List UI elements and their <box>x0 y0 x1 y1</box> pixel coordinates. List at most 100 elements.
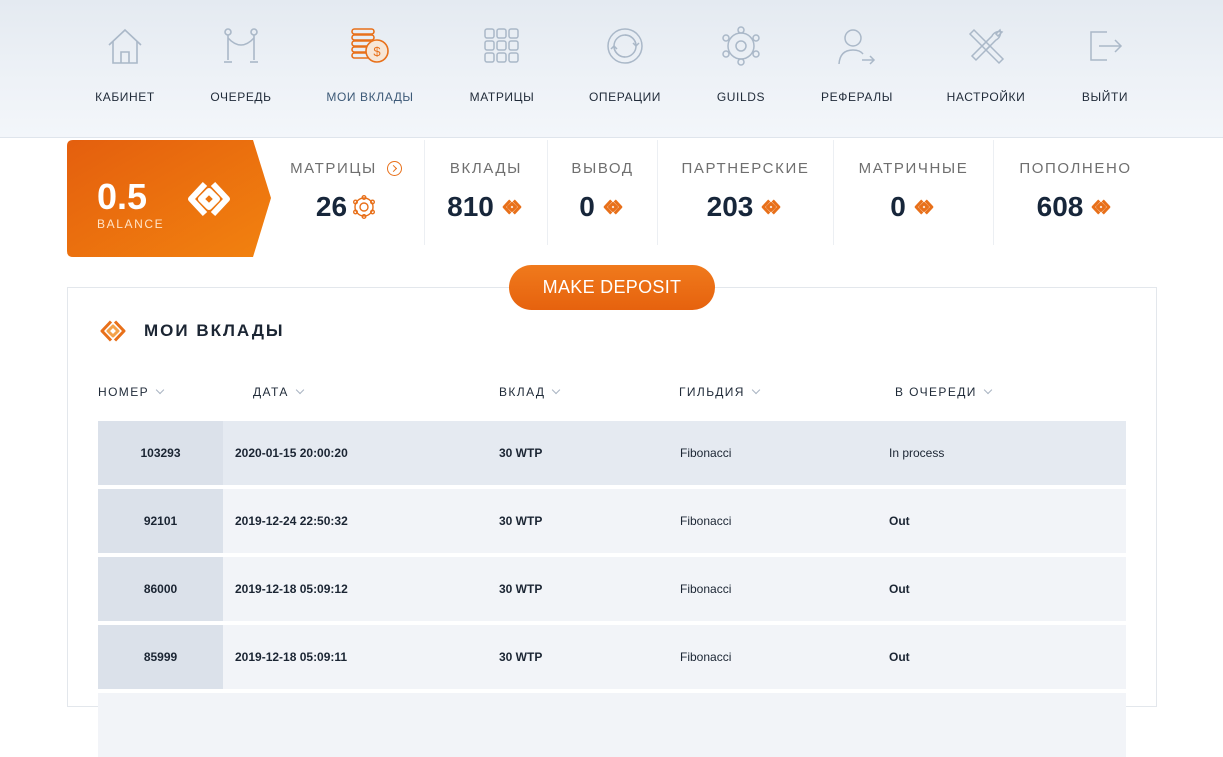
home-icon <box>103 22 147 70</box>
nav-label: МОИ ВКЛАДЫ <box>326 90 414 104</box>
wtp-logo-icon <box>100 320 126 342</box>
arrow-right-circle-icon[interactable] <box>386 161 402 176</box>
network-icon <box>719 22 763 70</box>
nav-label: РЕФЕРАЛЫ <box>821 90 893 104</box>
nav-label: НАСТРОЙКИ <box>946 90 1026 104</box>
table-row[interactable]: 85999 2019-12-18 05:09:11 30 WTP Fibonac… <box>98 625 1126 689</box>
stat-value: 203 <box>706 191 754 222</box>
user-share-icon <box>835 22 879 70</box>
row-date: 2019-12-18 05:09:12 <box>235 582 348 596</box>
stat-value: 0 <box>890 191 906 222</box>
row-id: 92101 <box>98 489 223 553</box>
balance-caption: BALANCE <box>97 217 165 231</box>
chevron-down-icon <box>552 385 561 395</box>
chevron-down-icon <box>295 385 304 395</box>
table-row[interactable]: 103293 2020-01-15 20:00:20 30 WTP Fibona… <box>98 421 1126 485</box>
top-navigation: КАБИНЕТ ОЧЕРЕДЬ $ МОИ ВКЛАДЫ МАТРИЦЫ ОПЕ… <box>0 0 1223 138</box>
panel-title: МОИ ВКЛАДЫ <box>144 321 285 340</box>
column-header-queue[interactable]: В ОЧЕРЕДИ <box>895 385 993 399</box>
nav-item-settings[interactable]: НАСТРОЙКИ <box>926 22 1046 112</box>
nav-item-guilds[interactable]: GUILDS <box>681 22 801 112</box>
column-label: ВКЛАД <box>499 385 546 399</box>
row-id: 86000 <box>98 557 223 621</box>
wtp-coin-icon <box>603 199 623 215</box>
balance-card: 0.5 BALANCE <box>67 140 272 257</box>
nav-item-queue[interactable]: ОЧЕРЕДЬ <box>181 22 301 112</box>
column-header-deposit[interactable]: ВКЛАД <box>499 385 561 399</box>
row-status: Out <box>889 582 910 596</box>
nav-item-matrices[interactable]: МАТРИЦЫ <box>442 22 562 112</box>
nav-item-cabinet[interactable]: КАБИНЕТ <box>65 22 185 112</box>
column-label: НОМЕР <box>98 385 150 399</box>
chevron-down-icon <box>155 385 165 395</box>
stat-partner: ПАРТНЕРСКИЕ 203 <box>658 140 834 245</box>
nav-item-logout[interactable]: ВЫЙТИ <box>1045 22 1165 112</box>
chevron-down-icon <box>983 385 993 395</box>
row-amount: 30 WTP <box>499 446 543 460</box>
wtp-coin-icon <box>762 199 781 215</box>
column-header-number[interactable]: НОМЕР <box>98 385 165 399</box>
stat-replenished: ПОПОЛНЕНО 608 <box>994 140 1157 245</box>
stat-value: 0 <box>579 191 595 222</box>
row-amount: 30 WTP <box>499 650 543 664</box>
nav-label: GUILDS <box>716 90 766 104</box>
row-guild: Fibonacci <box>680 446 732 460</box>
nav-label: ОПЕРАЦИИ <box>588 90 662 104</box>
chevron-down-icon <box>751 385 761 395</box>
stat-title: МАТРИЦЫ <box>290 160 377 177</box>
matrix-coin-icon <box>353 195 376 219</box>
stat-matrices: МАТРИЦЫ 26 <box>268 140 425 245</box>
nav-label: ВЫЙТИ <box>1081 90 1129 104</box>
nav-label: МАТРИЦЫ <box>469 90 535 104</box>
column-label: В ОЧЕРЕДИ <box>895 385 977 399</box>
stat-value: 26 <box>315 191 348 222</box>
row-status: Out <box>889 514 910 528</box>
nav-item-my-deposits[interactable]: $ МОИ ВКЛАДЫ <box>310 22 430 112</box>
row-id: 85999 <box>98 625 223 689</box>
nav-label: КАБИНЕТ <box>95 90 155 104</box>
column-header-date[interactable]: ДАТА <box>253 385 304 399</box>
column-label: ДАТА <box>253 385 289 399</box>
row-guild: Fibonacci <box>680 650 732 664</box>
column-label: ГИЛЬДИЯ <box>679 385 745 399</box>
stat-title: ВЫВОД <box>571 160 634 177</box>
stat-withdrawal: ВЫВОД 0 <box>548 140 658 245</box>
wtp-coin-icon <box>502 199 522 215</box>
panel-header: МОИ ВКЛАДЫ <box>98 318 285 344</box>
table-row-partial[interactable] <box>98 693 1126 757</box>
nav-item-operations[interactable]: ОПЕРАЦИИ <box>565 22 685 112</box>
balance-value: 0.5 <box>97 176 148 217</box>
row-status: Out <box>889 650 910 664</box>
row-date: 2019-12-18 05:09:11 <box>235 650 348 664</box>
row-guild: Fibonacci <box>680 514 732 528</box>
row-date: 2020-01-15 20:00:20 <box>235 446 348 460</box>
make-deposit-button[interactable]: MAKE DEPOSIT <box>509 265 715 310</box>
wtp-logo-icon <box>188 181 230 217</box>
column-header-guild[interactable]: ГИЛЬДИЯ <box>679 385 761 399</box>
stat-deposits: ВКЛАДЫ 810 <box>425 140 548 245</box>
nav-item-referrals[interactable]: РЕФЕРАЛЫ <box>797 22 917 112</box>
row-amount: 30 WTP <box>499 582 543 596</box>
cycle-icon <box>603 22 647 70</box>
table-row[interactable]: 92101 2019-12-24 22:50:32 30 WTP Fibonac… <box>98 489 1126 553</box>
tools-icon <box>964 22 1008 70</box>
wtp-coin-icon <box>1092 199 1111 215</box>
stat-title: ПАРТНЕРСКИЕ <box>681 160 810 177</box>
row-amount: 30 WTP <box>499 514 543 528</box>
table-row[interactable]: 86000 2019-12-18 05:09:12 30 WTP Fibonac… <box>98 557 1126 621</box>
logout-icon <box>1083 22 1127 70</box>
stat-title: ВКЛАДЫ <box>449 160 523 177</box>
stat-title: ПОПОЛНЕНО <box>1019 160 1132 177</box>
coins-icon: $ <box>348 22 392 70</box>
row-guild: Fibonacci <box>680 582 732 596</box>
row-date: 2019-12-24 22:50:32 <box>235 514 348 528</box>
stat-title: МАТРИЧНЫЕ <box>858 160 969 177</box>
grid-icon <box>480 22 524 70</box>
row-status: In process <box>889 446 945 460</box>
wtp-coin-icon <box>914 199 934 215</box>
stat-matrix-income: МАТРИЧНЫЕ 0 <box>834 140 994 245</box>
nav-label: ОЧЕРЕДЬ <box>210 90 272 104</box>
stat-value: 810 <box>447 191 494 222</box>
stat-value: 608 <box>1036 191 1084 222</box>
row-id: 103293 <box>98 421 223 485</box>
